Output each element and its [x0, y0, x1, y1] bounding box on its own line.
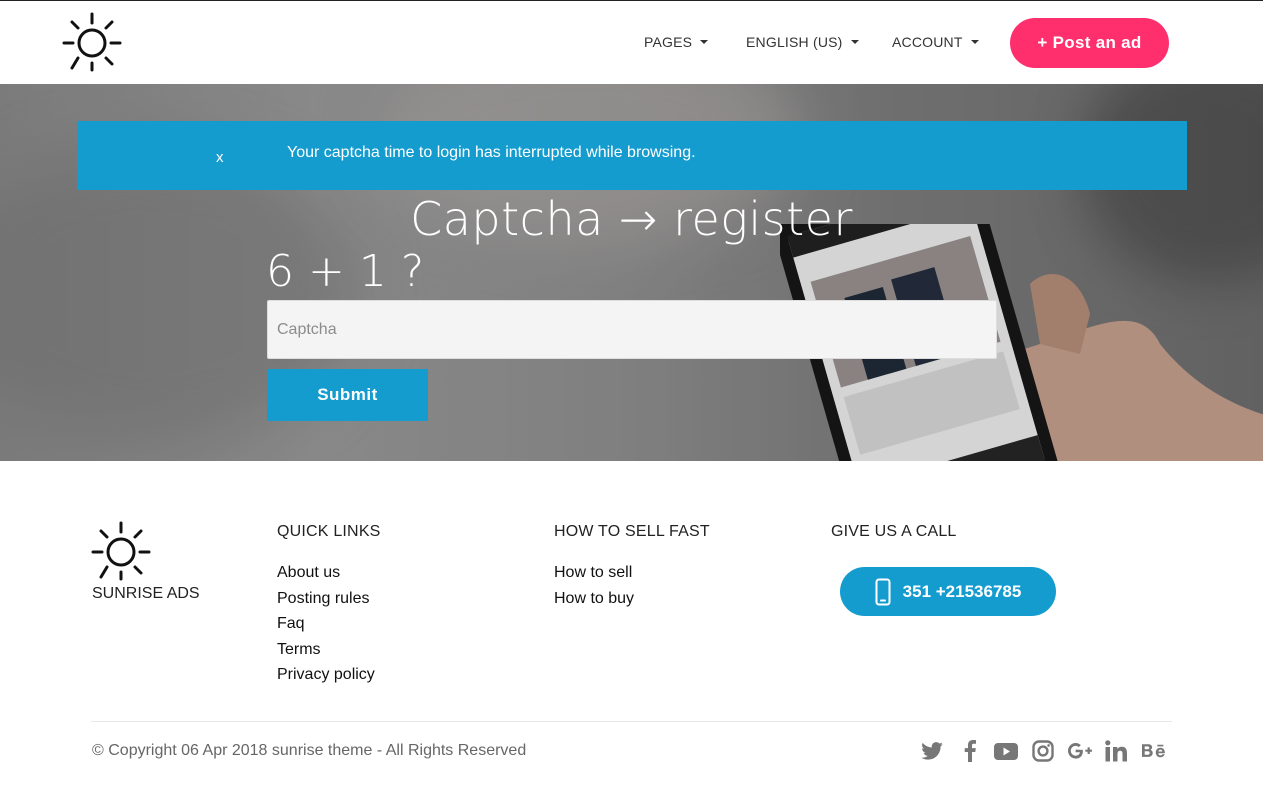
alert-message: Your captcha time to login has interrupt… [287, 144, 696, 161]
nav-account-dropdown[interactable]: ACCOUNT [892, 34, 979, 50]
footer-link-posting-rules[interactable]: Posting rules [277, 589, 375, 615]
page-title: Captcha → register [410, 192, 853, 246]
footer-link-how-to-sell[interactable]: How to sell [554, 563, 634, 589]
google-plus-icon[interactable] [1067, 739, 1093, 763]
sun-logo-icon[interactable] [91, 520, 151, 582]
alert-close-button[interactable]: x [216, 149, 224, 166]
behance-icon[interactable] [1141, 739, 1167, 763]
submit-button[interactable]: Submit [267, 369, 428, 421]
phone-call-button[interactable]: 351 +21536785 [840, 567, 1056, 616]
footer-link-faq[interactable]: Faq [277, 614, 375, 640]
caret-down-icon [850, 40, 859, 44]
footer-link-terms[interactable]: Terms [277, 640, 375, 666]
sun-logo-icon[interactable] [62, 11, 122, 73]
mobile-phone-icon [875, 578, 891, 605]
post-an-ad-button[interactable]: + Post an ad [1010, 18, 1169, 68]
copyright-text: © Copyright 06 Apr 2018 sunrise theme - … [92, 742, 527, 759]
caret-down-icon [970, 40, 979, 44]
footer-heading-give-us-a-call: GIVE US A CALL [831, 523, 957, 540]
nav-language-label: ENGLISH (US) [746, 34, 843, 50]
footer-link-how-to-buy[interactable]: How to buy [554, 589, 634, 615]
instagram-icon[interactable] [1031, 739, 1055, 763]
captcha-input[interactable] [267, 300, 997, 359]
captcha-question: 6 + 1 ? [266, 246, 425, 297]
captcha-alert: x Your captcha time to login has interru… [77, 121, 1187, 190]
footer-link-about-us[interactable]: About us [277, 563, 375, 589]
footer-heading-how-to-sell: HOW TO SELL FAST [554, 523, 710, 540]
nav-account-label: ACCOUNT [892, 34, 963, 50]
footer-heading-quick-links: QUICK LINKS [277, 523, 381, 540]
nav-pages-label: PAGES [644, 34, 693, 50]
footer-sell-links-list: How to sell How to buy [554, 563, 634, 614]
linkedin-icon[interactable] [1104, 739, 1128, 763]
footer-link-privacy-policy[interactable]: Privacy policy [277, 665, 375, 691]
footer-quick-links-list: About us Posting rules Faq Terms Privacy… [277, 563, 375, 691]
nav-pages-dropdown[interactable]: PAGES [644, 34, 709, 50]
facebook-icon[interactable] [958, 739, 982, 763]
footer-divider [91, 721, 1172, 722]
nav-language-dropdown[interactable]: ENGLISH (US) [746, 34, 859, 50]
phone-number: 351 +21536785 [902, 581, 1022, 601]
footer-brand: SUNRISE ADS [92, 585, 200, 602]
caret-down-icon [700, 40, 709, 44]
site-header: PAGES ENGLISH (US) ACCOUNT + Post an ad [0, 1, 1263, 84]
twitter-icon[interactable] [920, 739, 944, 763]
youtube-icon[interactable] [994, 739, 1018, 763]
